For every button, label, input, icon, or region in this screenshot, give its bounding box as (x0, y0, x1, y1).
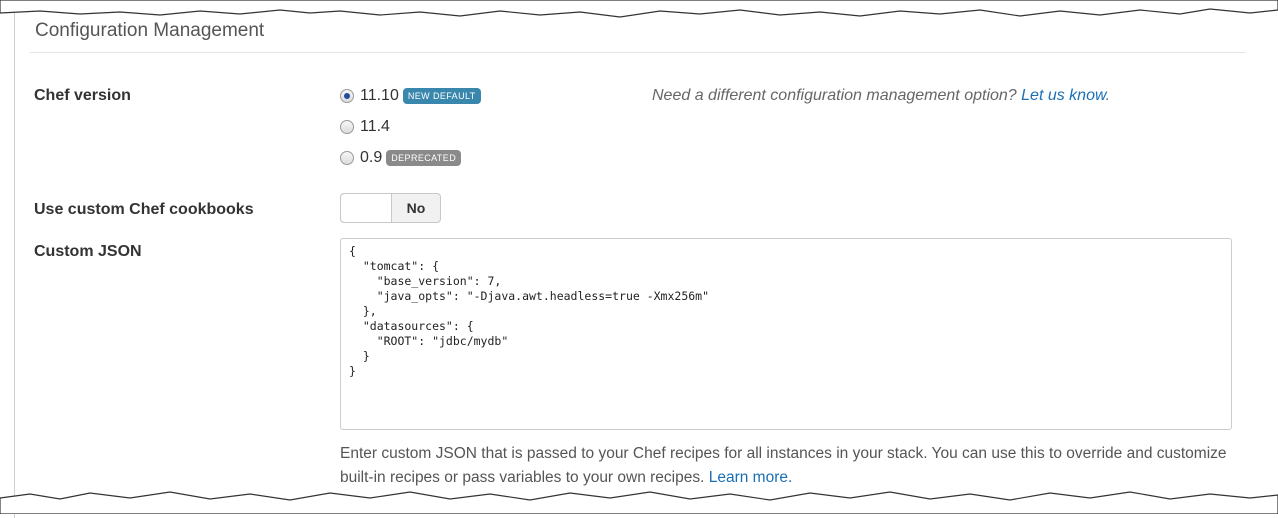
section-title: Configuration Management (35, 20, 269, 42)
radio-checked-icon[interactable] (340, 89, 354, 103)
custom-cookbooks-toggle[interactable]: No (340, 193, 441, 223)
option-label: 11.4 (360, 118, 390, 135)
chef-version-option-11-10[interactable]: 11.10 NEW DEFAULT (340, 86, 481, 106)
custom-json-textarea[interactable]: { "tomcat": { "base_version": 7, "java_o… (340, 238, 1232, 430)
hint-suffix: . (1105, 87, 1111, 104)
custom-json-label: Custom JSON (34, 243, 142, 260)
radio-unchecked-icon[interactable] (340, 151, 354, 165)
toggle-value: No (406, 200, 426, 216)
deprecated-badge: DEPRECATED (386, 150, 462, 166)
torn-edge-top (0, 0, 1278, 18)
hint-text: Need a different configuration managemen… (652, 87, 1017, 104)
new-default-badge: NEW DEFAULT (402, 88, 481, 104)
chef-version-label: Chef version (34, 87, 131, 104)
toggle-knob[interactable] (341, 194, 392, 222)
chef-version-option-0-9[interactable]: 0.9 DEPRECATED (340, 148, 462, 168)
let-us-know-link[interactable]: Let us know (1021, 87, 1106, 104)
torn-edge-bottom (0, 491, 1278, 514)
custom-json-content[interactable]: { "tomcat": { "base_version": 7, "java_o… (341, 239, 1231, 384)
section-divider (30, 52, 1246, 53)
radio-unchecked-icon[interactable] (340, 120, 354, 134)
option-label: 0.9 (360, 149, 383, 166)
config-option-hint: Need a different configuration managemen… (652, 87, 1110, 105)
custom-json-help: Enter custom JSON that is passed to your… (340, 442, 1250, 490)
option-label: 11.10 (360, 87, 399, 104)
custom-cookbooks-label: Use custom Chef cookbooks (34, 201, 254, 218)
chef-version-option-11-4[interactable]: 11.4 (340, 117, 390, 137)
learn-more-link[interactable]: Learn more. (709, 469, 793, 486)
